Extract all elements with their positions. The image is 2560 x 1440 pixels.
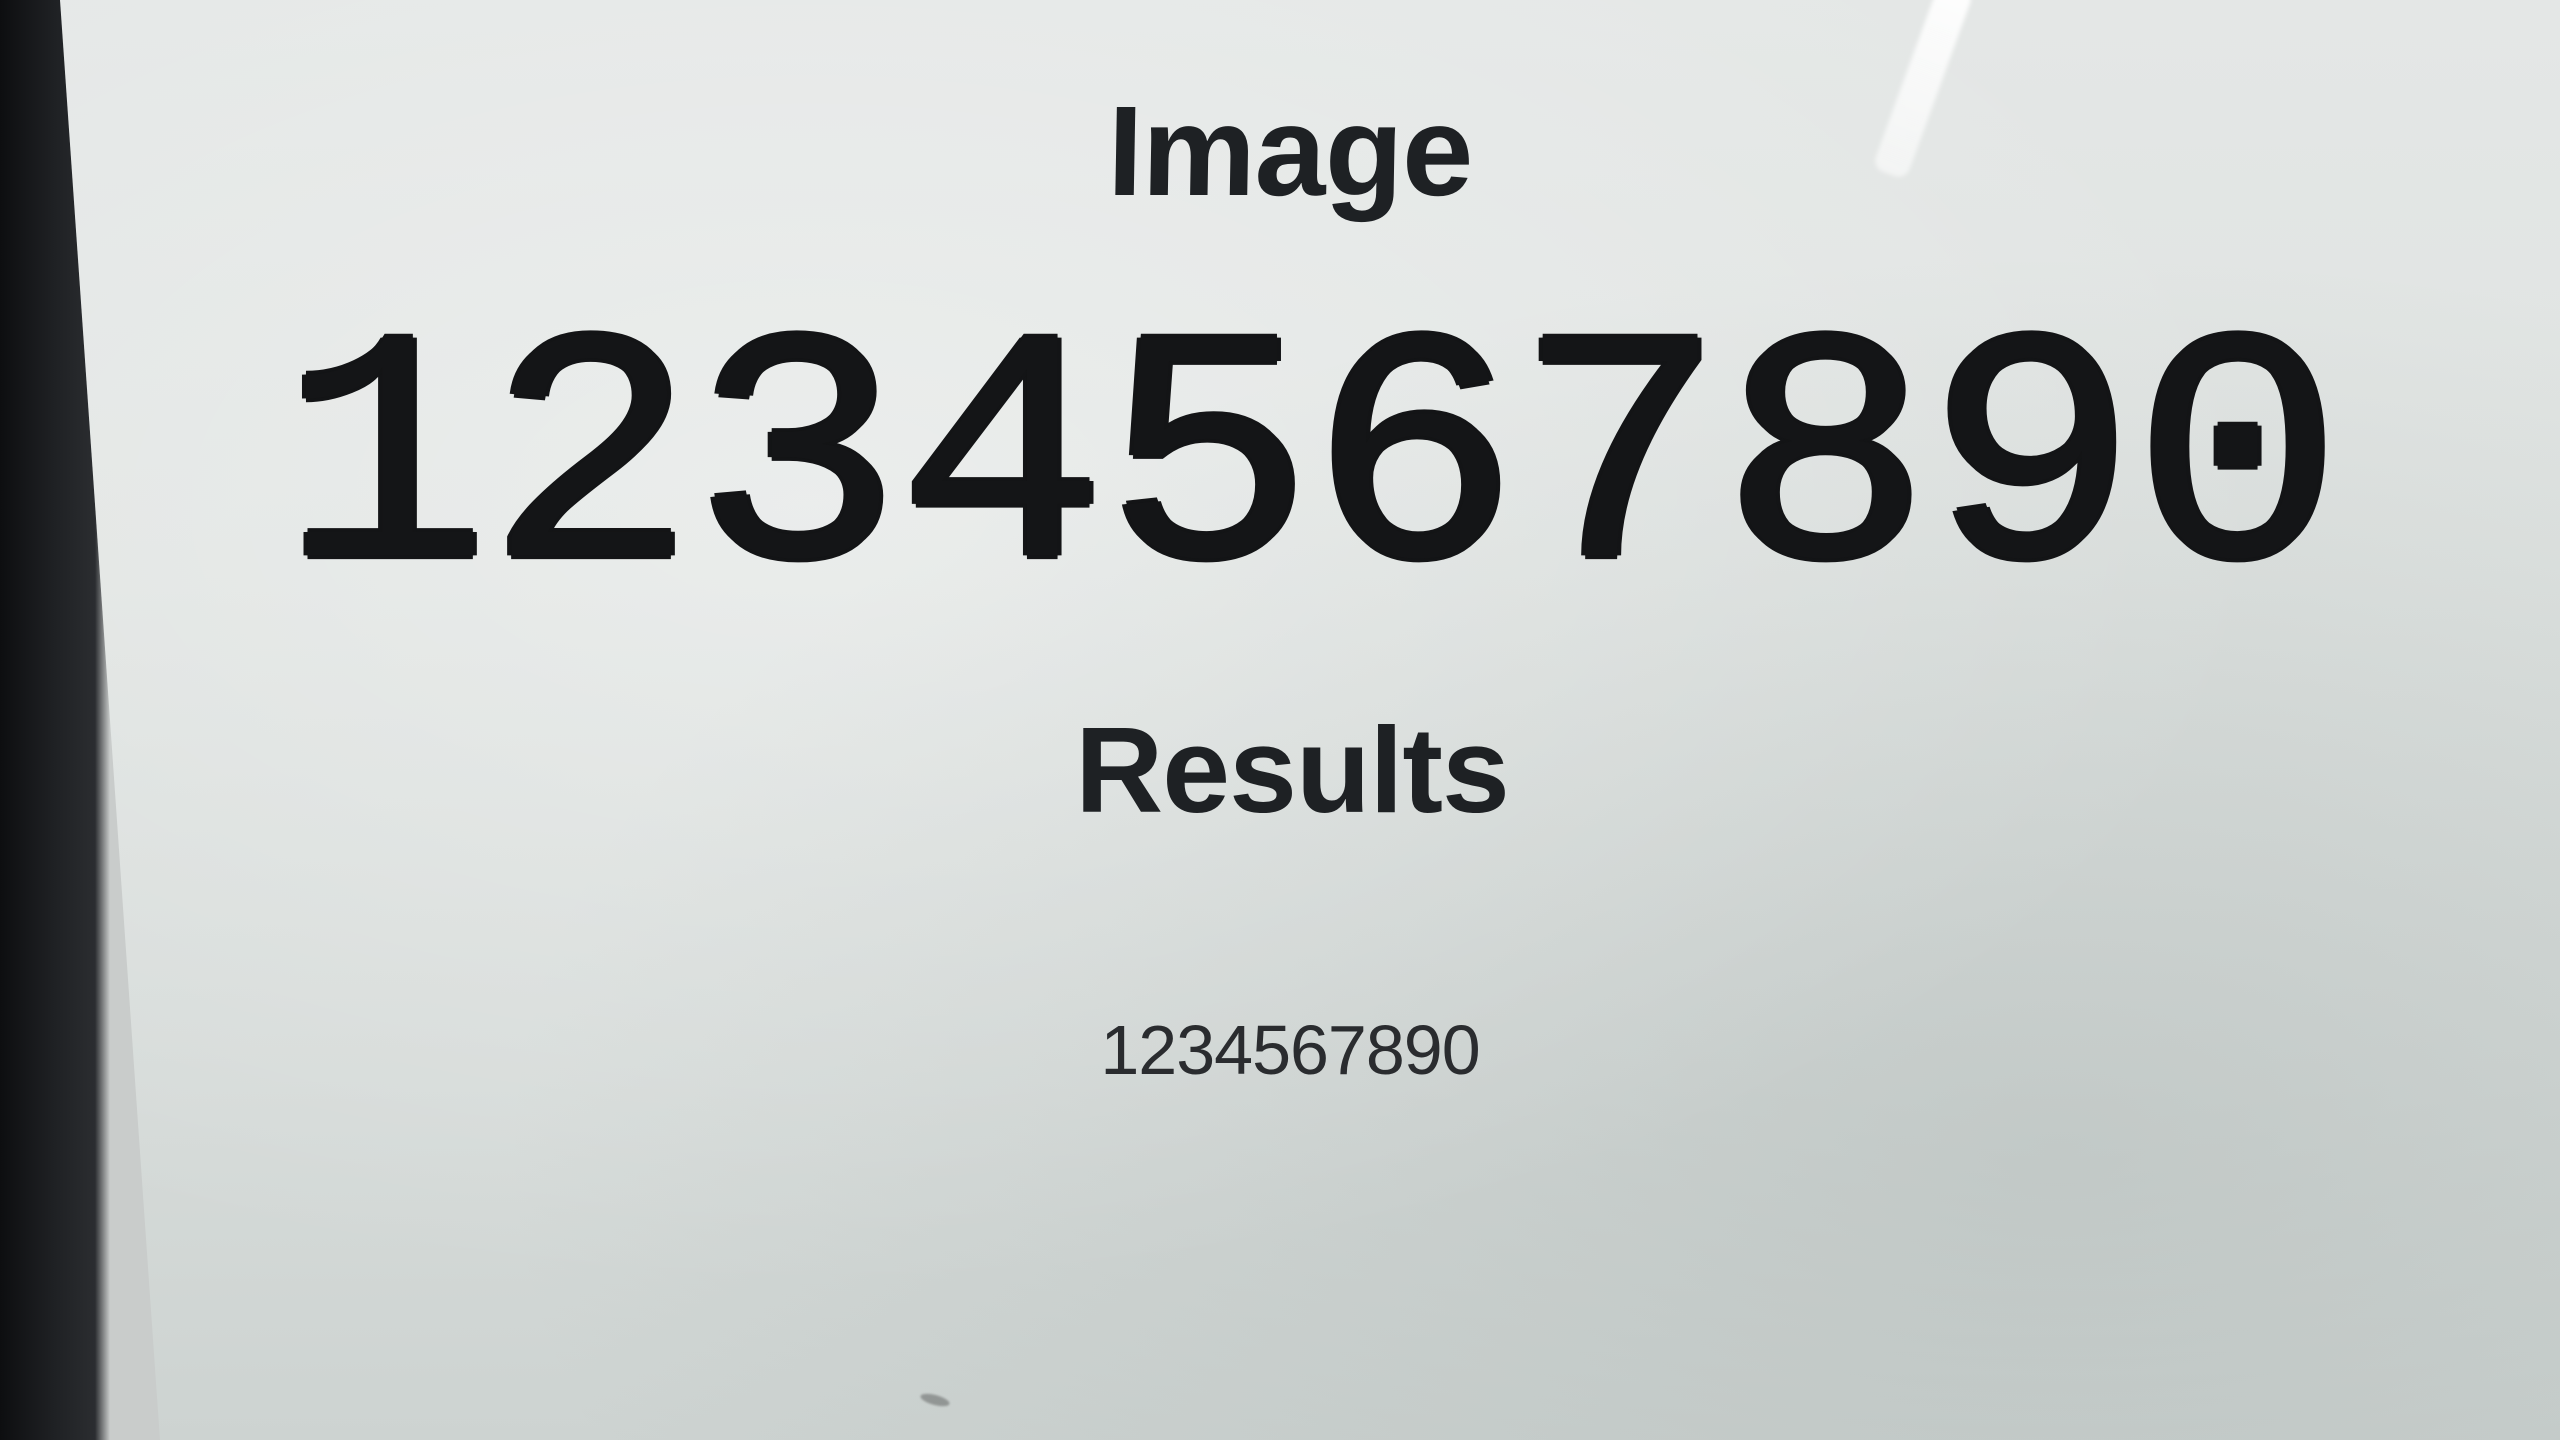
display-screen: Image 1234567890 Results 1234567890 — [60, 0, 2560, 1440]
image-heading: Image — [1106, 80, 1474, 223]
results-heading: Results — [1075, 702, 1510, 838]
page-content: Image 1234567890 Results 1234567890 — [60, 0, 2540, 1440]
image-number-display: 1234567890 — [280, 279, 2342, 656]
results-value: 1234567890 — [1100, 1011, 1480, 1089]
